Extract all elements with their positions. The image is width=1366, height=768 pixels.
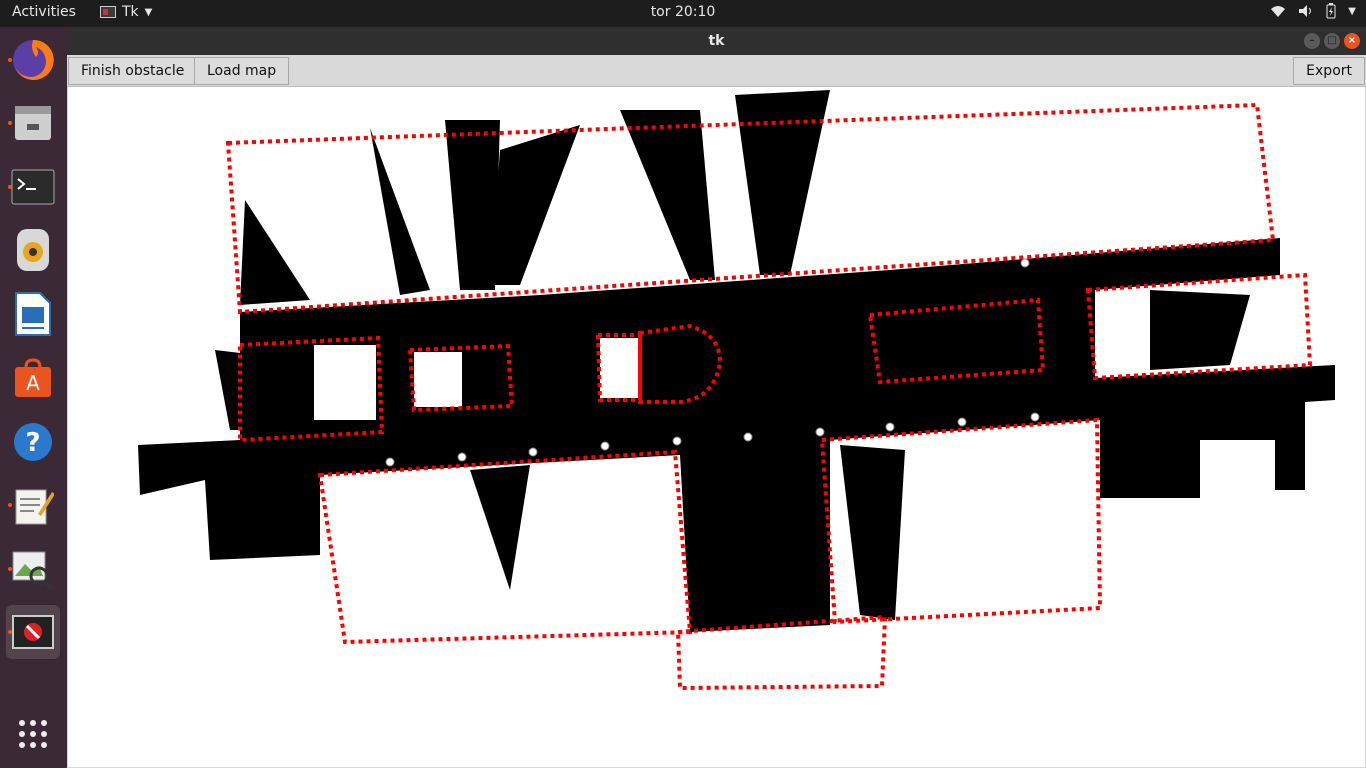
minimize-button[interactable]: – (1304, 33, 1320, 49)
dock-item-files[interactable] (6, 96, 60, 150)
dock-item-rhythmbox[interactable] (6, 223, 60, 277)
show-applications-button[interactable] (6, 707, 60, 761)
terminal-icon (11, 169, 55, 205)
dock-item-terminal[interactable] (6, 160, 60, 214)
dock: A ? (0, 27, 67, 768)
running-indicator (8, 567, 12, 571)
software-center-icon: A (15, 358, 51, 397)
firefox-icon (13, 39, 54, 80)
app-grid-icon (19, 720, 47, 748)
dock-item-image-viewer[interactable] (6, 542, 60, 596)
speaker-icon (17, 229, 49, 271)
running-indicator (8, 121, 12, 125)
finish-obstacle-button[interactable]: Finish obstacle (68, 57, 198, 85)
running-indicator (8, 58, 12, 62)
window-titlebar[interactable]: tk – □ × (67, 27, 1366, 55)
running-indicator (8, 630, 12, 634)
dock-item-text-editor[interactable] (6, 478, 60, 532)
dock-item-software[interactable]: A (6, 351, 60, 405)
maximize-button[interactable]: □ (1324, 33, 1340, 49)
dock-item-firefox[interactable] (6, 33, 60, 87)
document-icon (15, 292, 51, 336)
volume-icon (1299, 5, 1312, 17)
svg-text:A: A (26, 371, 40, 395)
battery-icon (1326, 3, 1336, 19)
wifi-icon (1271, 6, 1286, 17)
window-controls: – □ × (1304, 33, 1360, 49)
system-tray[interactable]: ▼ (1270, 3, 1356, 19)
clock[interactable]: tor 20:10 (0, 4, 1366, 20)
dock-item-writer[interactable] (6, 287, 60, 341)
top-bar: Activities Tk ▼ tor 20:10 ▼ (0, 0, 1366, 27)
load-map-button[interactable]: Load map (194, 57, 290, 85)
map-canvas[interactable] (68, 87, 1365, 767)
close-button[interactable]: × (1344, 33, 1360, 49)
image-viewer-icon (12, 551, 54, 590)
help-icon: ? (14, 423, 52, 461)
svg-text:?: ? (25, 428, 40, 458)
window-title: tk (708, 33, 725, 49)
files-icon (15, 106, 51, 140)
app-window: tk – □ × Finish obstacle Load map Export (67, 27, 1366, 768)
running-indicator (8, 503, 12, 507)
occupancy-map[interactable] (68, 87, 1365, 767)
chevron-down-icon: ▼ (1348, 5, 1356, 17)
text-editor-icon (15, 489, 54, 525)
dock-item-tk-app[interactable] (6, 605, 60, 659)
tk-window-icon (12, 615, 54, 649)
running-indicator (8, 185, 12, 189)
dock-item-help[interactable]: ? (6, 415, 60, 469)
export-button[interactable]: Export (1293, 57, 1365, 85)
toolbar: Finish obstacle Load map Export (67, 55, 1366, 87)
